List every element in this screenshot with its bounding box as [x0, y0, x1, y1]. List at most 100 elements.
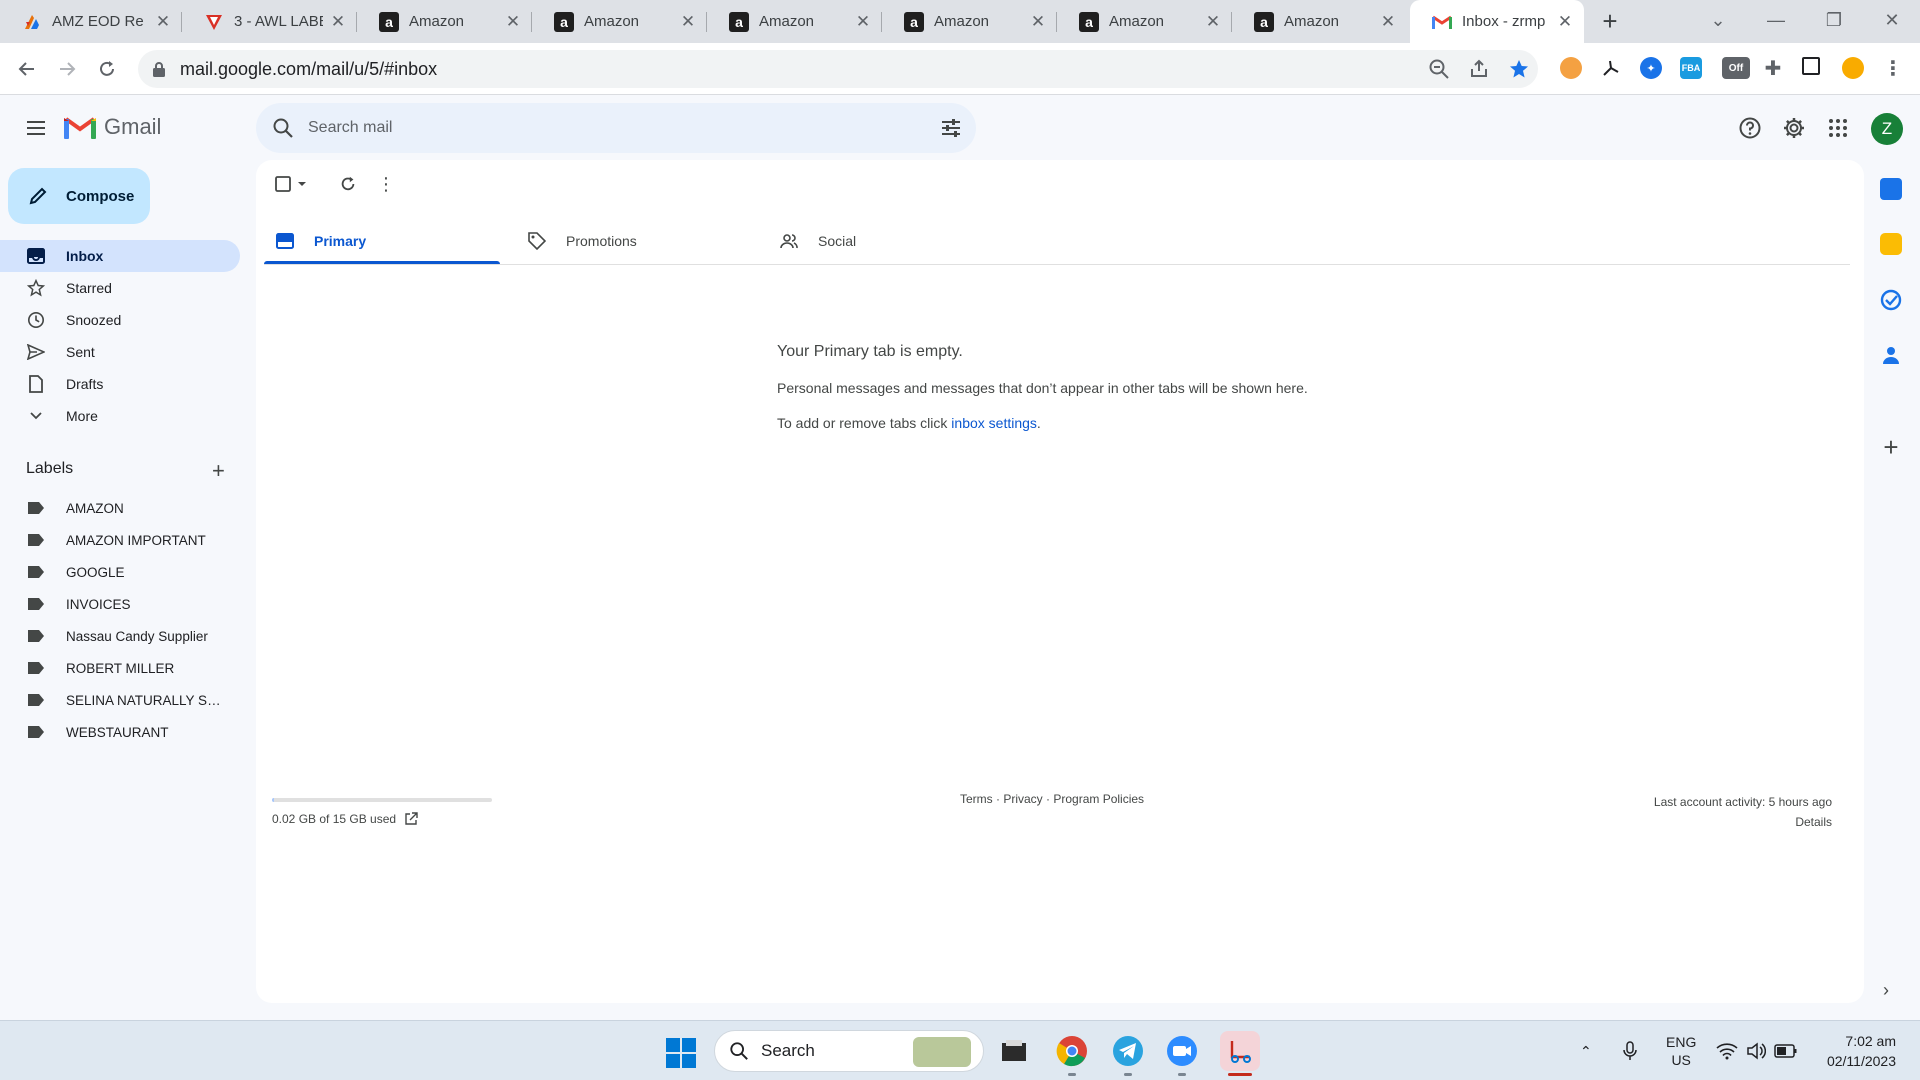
storage-usage[interactable]: 0.02 GB of 15 GB used	[272, 812, 418, 826]
minimize-button[interactable]: —	[1748, 0, 1804, 43]
forward-icon[interactable]	[51, 53, 83, 85]
zoom-icon[interactable]	[1164, 1033, 1200, 1069]
browser-tab[interactable]: a Amazon ✕	[1232, 0, 1407, 43]
telegram-icon[interactable]	[1110, 1033, 1146, 1069]
extension-fba-icon[interactable]: FBA	[1680, 57, 1702, 79]
tab-title: Amazon	[409, 13, 465, 30]
label-item[interactable]: AMAZON	[0, 492, 240, 524]
restore-button[interactable]: ❐	[1806, 0, 1862, 43]
microphone-icon[interactable]	[1622, 1021, 1638, 1080]
label-item[interactable]: Nassau Candy Supplier	[0, 620, 240, 652]
open-external-icon[interactable]	[404, 812, 418, 826]
keep-icon[interactable]	[1880, 233, 1902, 255]
extension-off-icon[interactable]: Off	[1722, 57, 1750, 79]
bookmark-star-icon[interactable]	[1508, 58, 1530, 80]
share-icon[interactable]	[1468, 58, 1490, 80]
tab-close-icon[interactable]: ✕	[1204, 12, 1222, 32]
back-icon[interactable]	[11, 53, 43, 85]
program-policies-link[interactable]: Program Policies	[1053, 792, 1144, 806]
help-icon[interactable]	[1738, 116, 1762, 140]
zoom-out-icon[interactable]	[1428, 58, 1450, 80]
label-item[interactable]: WEBSTAURANT	[0, 716, 240, 748]
windows-start-icon[interactable]	[666, 1038, 696, 1068]
tab-close-icon[interactable]: ✕	[854, 12, 872, 32]
get-addons-icon[interactable]: +	[1880, 432, 1902, 463]
tab-close-icon[interactable]: ✕	[329, 12, 347, 32]
search-bar[interactable]: Search mail	[256, 103, 976, 153]
tab-promotions[interactable]: Promotions	[516, 218, 752, 264]
label-item[interactable]: AMAZON IMPORTANT	[0, 524, 240, 556]
inbox-settings-link[interactable]: inbox settings	[951, 415, 1037, 431]
more-options-icon[interactable]: ⋮	[374, 172, 398, 196]
label-item[interactable]: GOOGLE	[0, 556, 240, 588]
extension-arrow-icon[interactable]	[1600, 57, 1622, 79]
extension-blue-icon[interactable]: ✦	[1640, 57, 1662, 79]
compose-button[interactable]: Compose	[8, 168, 150, 224]
taskbar-clock[interactable]: 7:02 am 02/11/2023	[1816, 1031, 1896, 1071]
tab-primary[interactable]: Primary	[264, 218, 500, 264]
browser-tab[interactable]: a Amazon ✕	[707, 0, 882, 43]
chevron-right-icon[interactable]: ›	[1883, 980, 1889, 1001]
tab-close-icon[interactable]: ✕	[1379, 12, 1397, 32]
label-item[interactable]: INVOICES	[0, 588, 240, 620]
browser-tab[interactable]: AMZ EOD Re ✕	[0, 0, 182, 43]
tab-close-icon[interactable]: ✕	[679, 12, 697, 32]
label-item[interactable]: ROBERT MILLER	[0, 652, 240, 684]
search-input[interactable]: Search mail	[308, 119, 392, 137]
address-bar[interactable]: mail.google.com/mail/u/5/#inbox	[138, 50, 1538, 88]
taskbar-search[interactable]: Search	[714, 1030, 984, 1072]
nav-item-sent[interactable]: Sent	[0, 336, 240, 368]
side-panel-icon[interactable]	[1802, 57, 1820, 75]
browser-tab[interactable]: a Amazon ✕	[357, 0, 532, 43]
refresh-icon[interactable]	[332, 172, 364, 196]
terms-link[interactable]: Terms	[960, 792, 993, 806]
wifi-icon[interactable]	[1716, 1021, 1738, 1080]
extension-orange-icon[interactable]	[1560, 57, 1582, 79]
reload-icon[interactable]	[91, 53, 123, 85]
privacy-link[interactable]: Privacy	[1003, 792, 1042, 806]
label-item[interactable]: SELINA NATURALLY SU...	[0, 684, 240, 716]
browser-tab-active[interactable]: Inbox - zrmp ✕	[1410, 0, 1584, 43]
profile-icon[interactable]	[1842, 57, 1864, 79]
nav-item-starred[interactable]: Starred	[0, 272, 240, 304]
nav-item-drafts[interactable]: Drafts	[0, 368, 240, 400]
browser-menu-icon[interactable]: ⋮	[1882, 57, 1904, 80]
apps-grid-icon[interactable]	[1826, 116, 1850, 140]
browser-tab[interactable]: a Amazon ✕	[1057, 0, 1232, 43]
calendar-icon[interactable]	[1880, 178, 1902, 200]
tab-close-icon[interactable]: ✕	[1556, 12, 1574, 32]
main-menu-icon[interactable]	[24, 116, 48, 140]
nav-item-snoozed[interactable]: Snoozed	[0, 304, 240, 336]
account-avatar[interactable]: Z	[1871, 113, 1903, 145]
close-window-button[interactable]: ✕	[1864, 0, 1920, 43]
tab-social[interactable]: Social	[768, 218, 1004, 264]
volume-icon[interactable]	[1746, 1021, 1766, 1080]
show-hidden-icons[interactable]: ⌃	[1580, 1021, 1592, 1080]
gmail-logo[interactable]: Gmail	[64, 114, 161, 140]
tasks-icon[interactable]	[1880, 289, 1902, 311]
browser-tab[interactable]: a Amazon ✕	[532, 0, 707, 43]
tab-close-icon[interactable]: ✕	[154, 12, 172, 32]
tab-close-icon[interactable]: ✕	[504, 12, 522, 32]
search-icon[interactable]	[272, 117, 294, 139]
input-language[interactable]: ENG US	[1666, 1021, 1696, 1080]
extensions-puzzle-icon[interactable]: ✚	[1762, 57, 1784, 80]
add-label-icon[interactable]: +	[212, 458, 225, 484]
activity-details-link[interactable]: Details	[1654, 812, 1832, 832]
snipping-tool-icon[interactable]	[1220, 1031, 1260, 1071]
new-tab-button[interactable]: +	[1595, 6, 1625, 36]
settings-gear-icon[interactable]	[1782, 116, 1806, 140]
contacts-icon[interactable]	[1880, 344, 1902, 366]
tab-title: AMZ EOD Re	[52, 13, 144, 30]
nav-item-more[interactable]: More	[0, 400, 240, 432]
battery-icon[interactable]	[1774, 1021, 1798, 1080]
browser-tab[interactable]: a Amazon ✕	[882, 0, 1057, 43]
chrome-icon[interactable]	[1054, 1033, 1090, 1069]
browser-tab[interactable]: 3 - AWL LABE ✕	[182, 0, 357, 43]
tab-search-icon[interactable]: ⌄	[1690, 0, 1746, 43]
nav-item-inbox[interactable]: Inbox	[0, 240, 240, 272]
search-options-icon[interactable]	[940, 117, 962, 139]
tab-close-icon[interactable]: ✕	[1029, 12, 1047, 32]
file-explorer-icon[interactable]	[996, 1033, 1032, 1069]
select-all-checkbox[interactable]	[272, 172, 312, 196]
